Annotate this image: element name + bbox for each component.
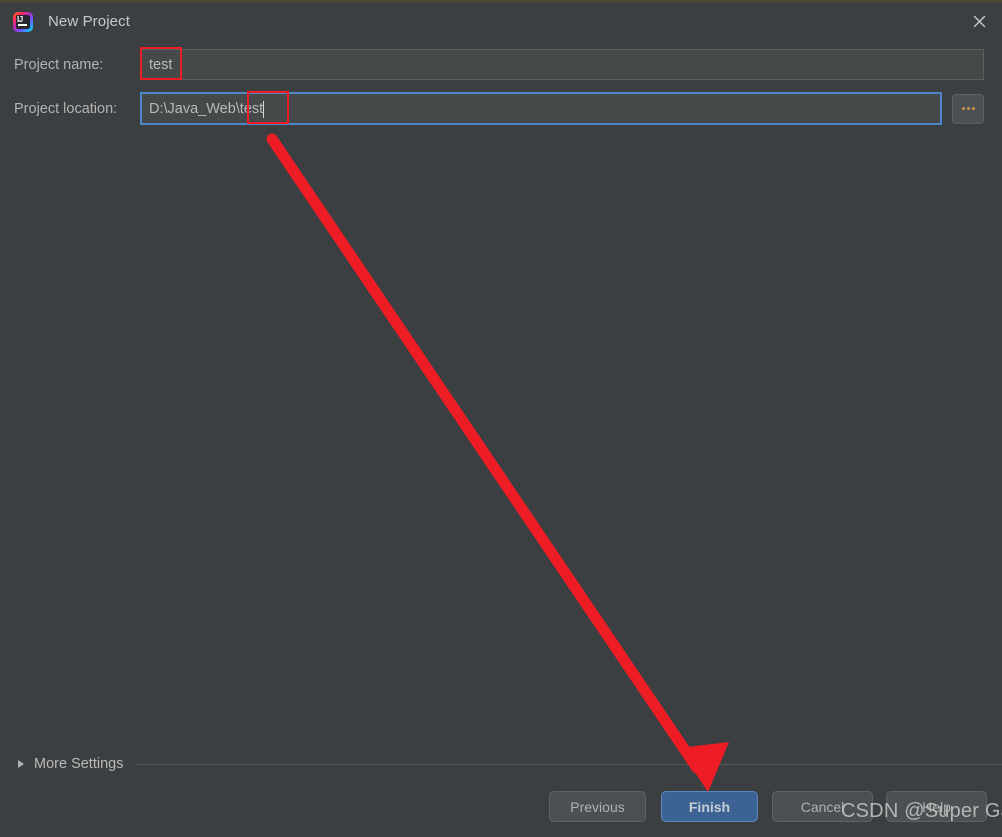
more-settings-toggle[interactable]: More Settings [0,756,123,772]
intellij-idea-icon: IJ [13,11,33,32]
project-name-label: Project name: [14,56,104,73]
window-title: New Project [48,13,130,30]
project-name-row: Project name: test [0,47,1002,81]
previous-button[interactable]: Previous [549,791,646,822]
project-name-value: test [149,56,173,73]
project-location-row: Project location: D:\Java_Web\test [0,91,1002,126]
project-location-label: Project location: [14,100,118,117]
project-location-value: D:\Java_Web\test [149,100,264,117]
text-caret [263,101,265,118]
title-bar: IJ New Project [0,3,1002,40]
more-settings-label: More Settings [34,756,124,772]
ellipsis-icon [961,107,965,110]
watermark-text: CSDN @Super Gao [841,800,1002,822]
close-icon[interactable] [956,3,1002,40]
separator [135,763,1002,765]
project-name-input[interactable]: test [140,47,984,80]
project-location-input[interactable]: D:\Java_Web\test [140,91,942,125]
more-settings-section: More Settings [0,752,1002,776]
finish-button[interactable]: Finish [661,791,758,822]
chevron-right-icon [18,760,24,768]
browse-folder-button[interactable] [952,93,984,124]
